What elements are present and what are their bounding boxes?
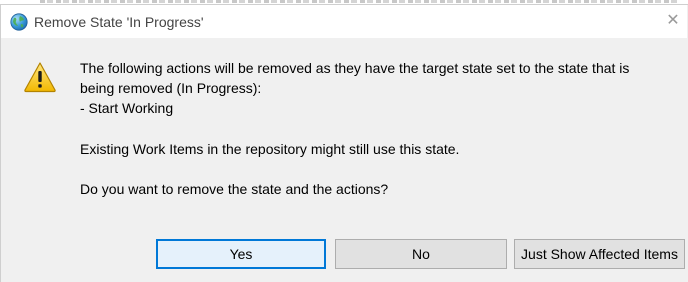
just-show-affected-items-button[interactable]: Just Show Affected Items [514,239,685,269]
warning-icon [23,61,57,93]
background-text-fragment [40,0,680,3]
remove-state-dialog: Remove State 'In Progress' ✕ The followi… [0,4,688,282]
yes-button[interactable]: Yes [156,239,326,269]
message-line-3: - Start Working [80,100,174,116]
page: Remove State 'In Progress' ✕ The followi… [0,0,688,282]
globe-icon [10,13,28,31]
no-button[interactable]: No [335,239,507,269]
message-line-2: being removed (In Progress): [80,80,262,96]
message-line-5: Do you want to remove the state and the … [80,181,389,197]
close-icon[interactable]: ✕ [663,11,683,31]
message-line-4: Existing Work Items in the repository mi… [80,141,460,157]
title-bar[interactable]: Remove State 'In Progress' ✕ [1,5,687,38]
message-line-1: The following actions will be removed as… [80,60,630,76]
dialog-title: Remove State 'In Progress' [34,14,204,30]
